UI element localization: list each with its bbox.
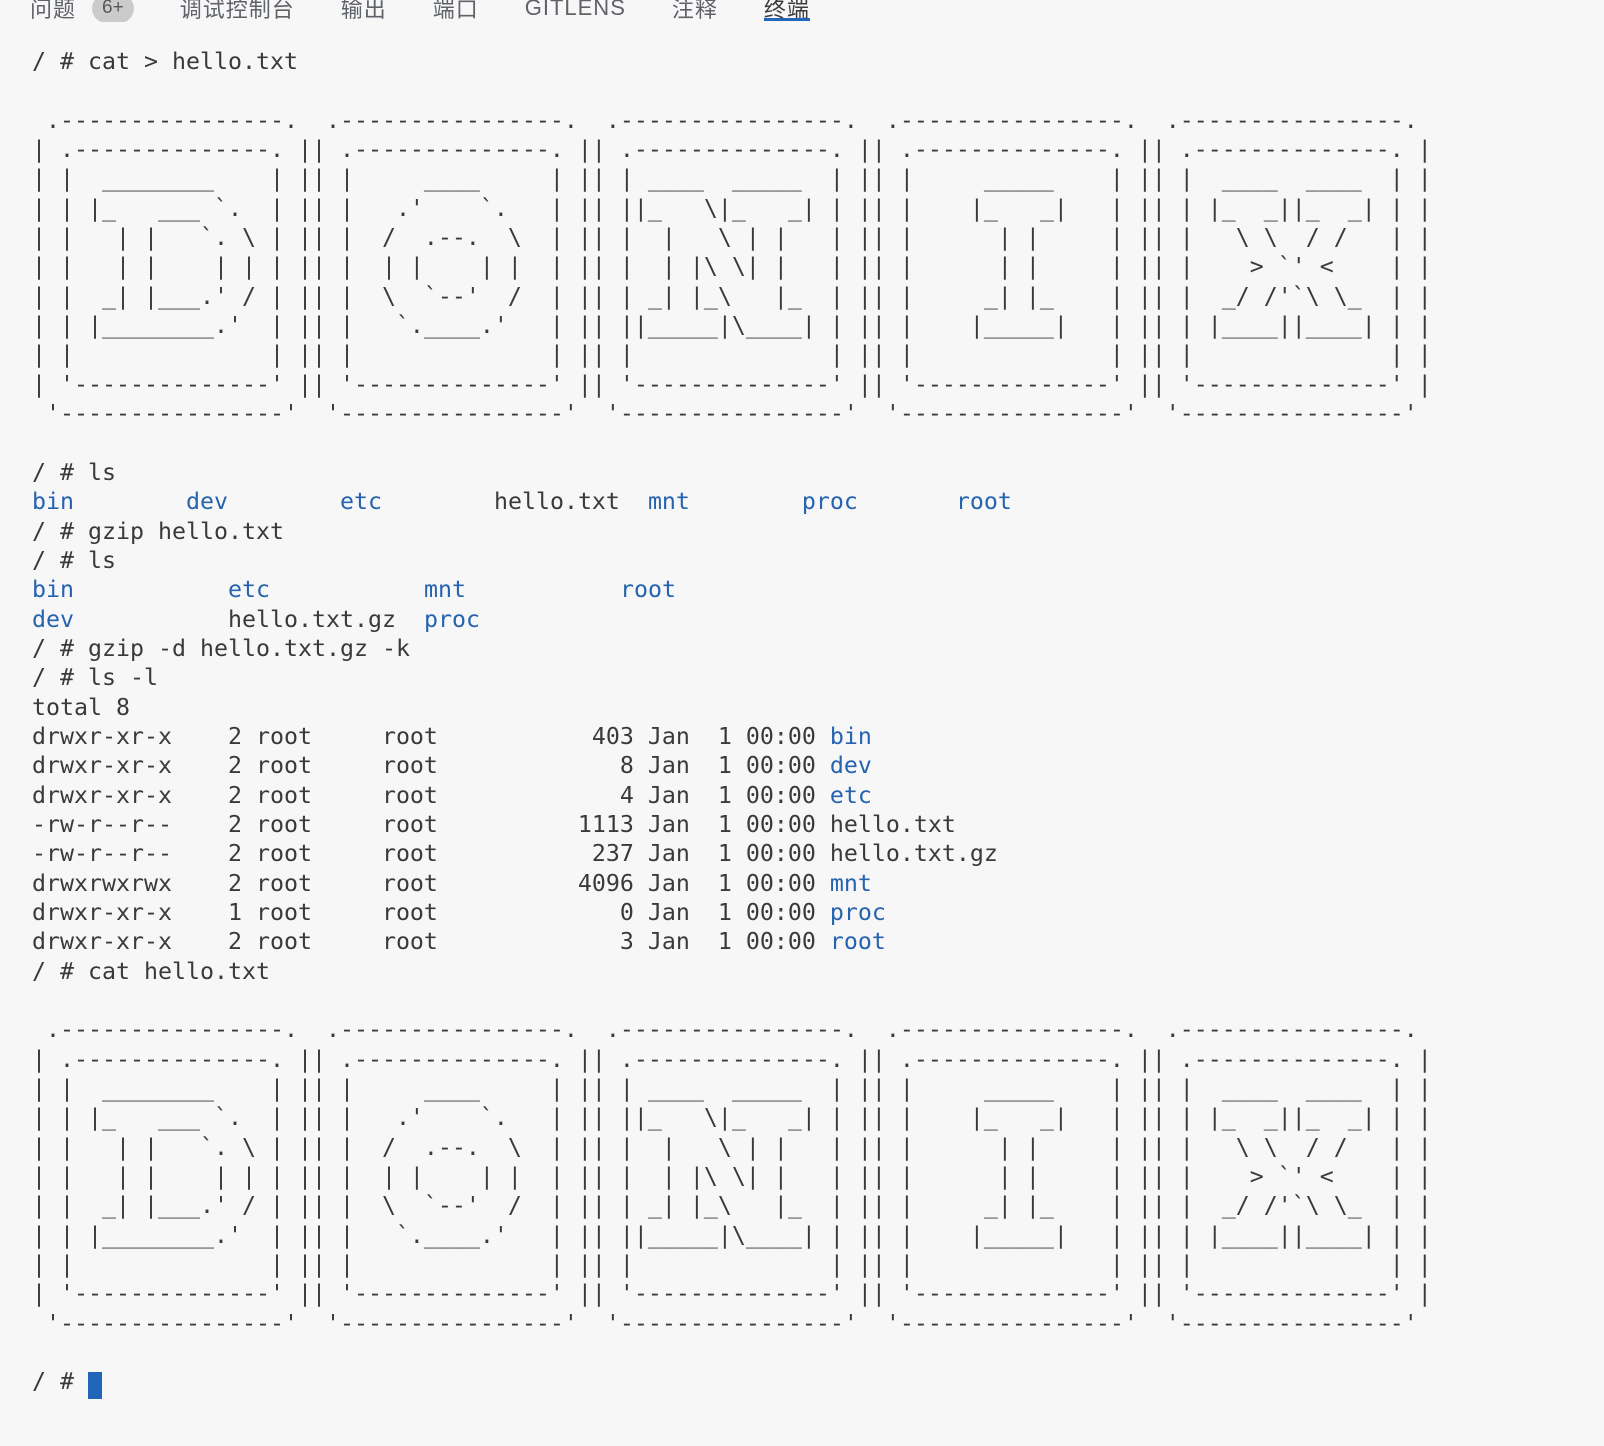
tab-debug-console[interactable]: 调试控制台 <box>180 0 295 22</box>
tab-label-terminal: 终端 <box>764 0 810 22</box>
problems-count-badge: 6+ <box>92 0 134 22</box>
tab-ports[interactable]: 端口 <box>433 0 479 22</box>
tab-label-output: 输出 <box>341 0 387 22</box>
directory-name: mnt <box>424 576 466 603</box>
directory-name: proc <box>830 899 886 926</box>
directory-name: etc <box>830 782 872 809</box>
tab-terminal[interactable]: 终端 <box>764 0 810 22</box>
directory-name: proc <box>802 488 858 515</box>
tab-gitlens[interactable]: GITLENS <box>525 0 626 22</box>
tab-label-gitlens: GITLENS <box>525 0 626 21</box>
directory-name: dev <box>186 488 228 515</box>
directory-name: root <box>620 576 676 603</box>
tab-label-ports: 端口 <box>433 0 479 22</box>
directory-name: mnt <box>830 870 872 897</box>
directory-name: bin <box>32 576 74 603</box>
directory-name: root <box>830 928 886 955</box>
tab-label-problems: 问题 <box>30 0 76 22</box>
directory-name: proc <box>424 606 480 633</box>
directory-name: etc <box>340 488 382 515</box>
tab-output[interactable]: 输出 <box>341 0 387 22</box>
directory-name: dev <box>32 606 74 633</box>
tab-problems[interactable]: 问题 6+ <box>30 0 134 22</box>
panel-tab-bar: 问题 6+ 调试控制台 输出 端口 GITLENS 注释 终端 <box>0 0 1604 22</box>
tab-comments[interactable]: 注释 <box>672 0 718 22</box>
directory-name: root <box>956 488 1012 515</box>
directory-name: dev <box>830 752 872 779</box>
directory-name: etc <box>228 576 270 603</box>
terminal-cursor <box>88 1372 102 1399</box>
directory-name: bin <box>32 488 74 515</box>
terminal-output[interactable]: / # cat > hello.txt .----------------. .… <box>0 22 1604 1399</box>
tab-label-debug-console: 调试控制台 <box>180 0 295 22</box>
tab-label-comments: 注释 <box>672 0 718 22</box>
directory-name: bin <box>830 723 872 750</box>
directory-name: mnt <box>648 488 690 515</box>
